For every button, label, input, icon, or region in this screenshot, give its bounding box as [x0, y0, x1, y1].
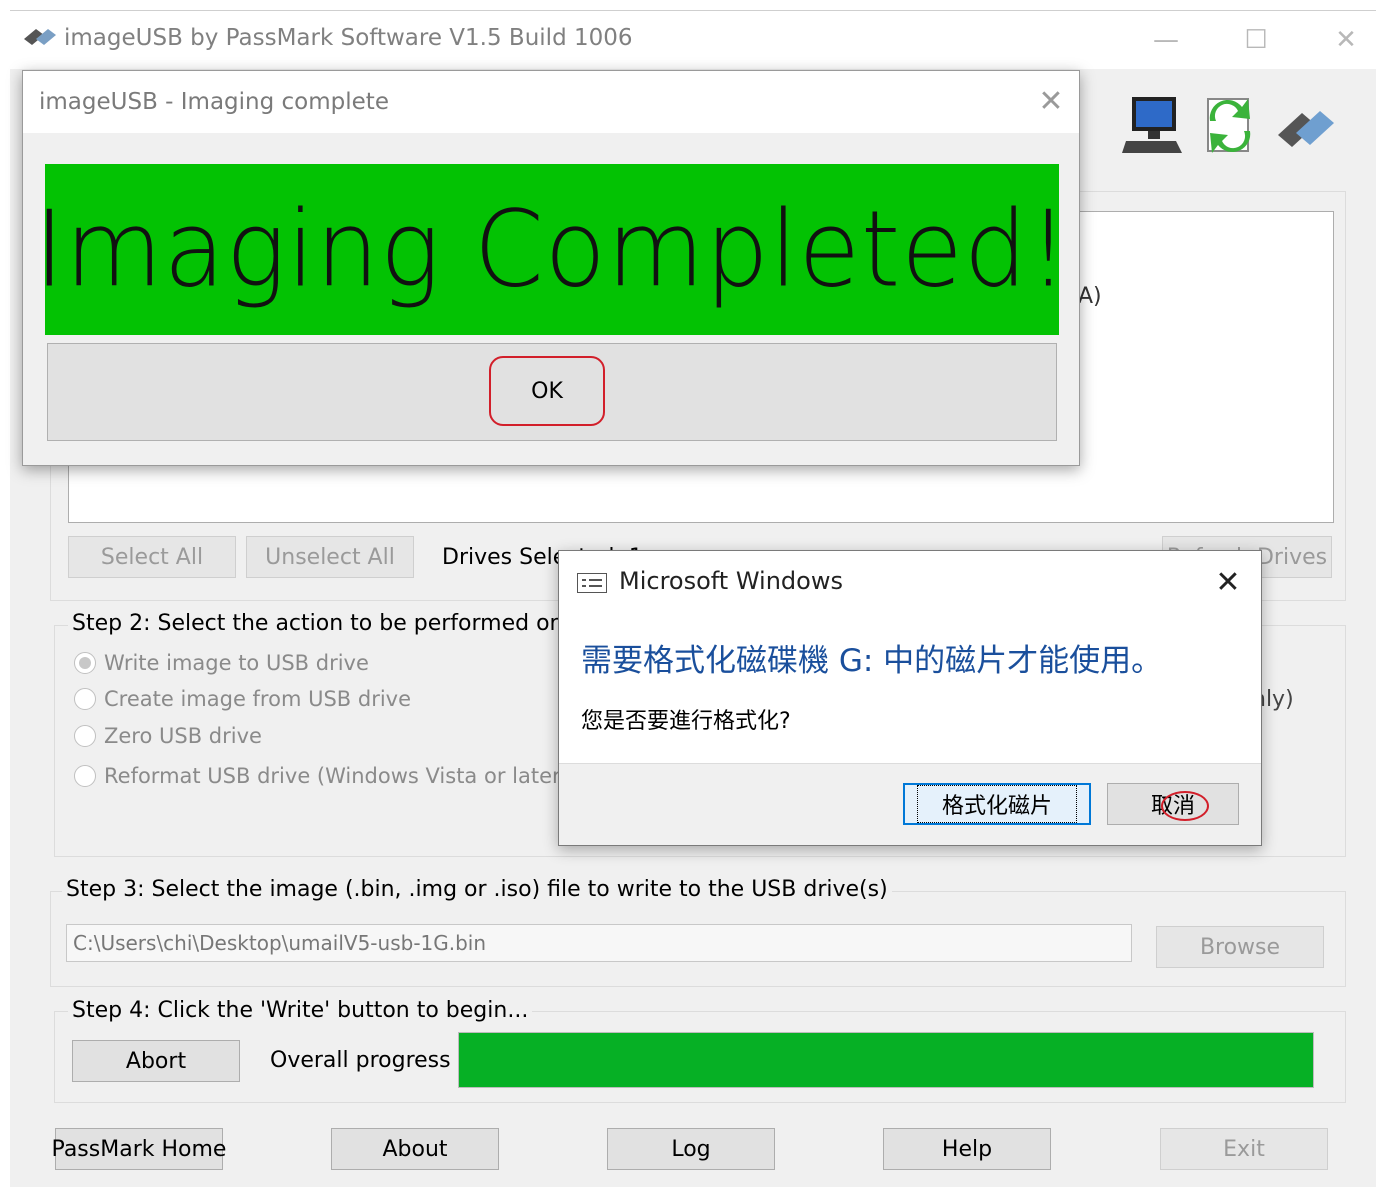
- radio-indicator[interactable]: [74, 765, 96, 787]
- overall-progress-bar: [458, 1032, 1314, 1088]
- abort-button[interactable]: Abort: [72, 1040, 240, 1082]
- minimize-button[interactable]: —: [1136, 17, 1196, 63]
- select-all-button[interactable]: Select All: [68, 536, 236, 578]
- imaging-completed-banner: Imaging Completed!: [35, 164, 1068, 335]
- radio-label: Reformat USB drive (Windows Vista or lat…: [104, 764, 569, 788]
- ok-button[interactable]: OK: [489, 356, 605, 426]
- dialog-title: imageUSB - Imaging complete: [39, 89, 389, 115]
- passmark-home-button[interactable]: PassMark Home: [52, 1128, 226, 1170]
- usb-drive-icon: [22, 25, 58, 47]
- dialog-heading: 需要格式化磁碟機 G: 中的磁片才能使用。: [581, 643, 1163, 679]
- unselect-all-button[interactable]: Unselect All: [246, 536, 414, 578]
- imaging-complete-dialog: imageUSB - Imaging complete ✕ Imaging Co…: [22, 70, 1080, 466]
- banner-text: Imaging Completed!: [34, 188, 1070, 311]
- usb-stick-icon: [1272, 91, 1338, 161]
- radio-label: Zero USB drive: [104, 724, 262, 748]
- image-path-field[interactable]: C:\Users\chi\Desktop\umailV5-usb-1G.bin: [66, 924, 1132, 962]
- window-icon: [577, 573, 607, 593]
- radio-indicator[interactable]: [74, 688, 96, 710]
- zero-usb-radio[interactable]: Zero USB drive: [74, 720, 262, 752]
- progress-label: Overall progress: [270, 1048, 451, 1073]
- window-title: imageUSB by PassMark Software V1.5 Build…: [64, 25, 633, 51]
- format-disk-button-label: 格式化磁片: [916, 785, 1077, 823]
- help-button[interactable]: Help: [883, 1128, 1051, 1170]
- browse-button[interactable]: Browse: [1156, 926, 1324, 968]
- step3-title: Step 3: Select the image (.bin, .img or …: [62, 877, 892, 902]
- computer-icon: [1120, 91, 1186, 161]
- dialog-title: Microsoft Windows: [619, 567, 843, 595]
- about-button[interactable]: About: [331, 1128, 499, 1170]
- dialog-close-icon[interactable]: ✕: [1203, 561, 1253, 603]
- radio-label: Create image from USB drive: [104, 687, 412, 711]
- exit-button[interactable]: Exit: [1160, 1128, 1328, 1170]
- dialog-title-bar: imageUSB - Imaging complete ✕: [23, 71, 1079, 133]
- radio-label: Write image to USB drive: [104, 651, 369, 675]
- step4-title: Step 4: Click the 'Write' button to begi…: [68, 998, 533, 1023]
- create-image-radio[interactable]: Create image from USB drive: [74, 683, 411, 715]
- reformat-usb-radio[interactable]: Reformat USB drive (Windows Vista or lat…: [74, 760, 569, 792]
- drive-list-item[interactable]: A): [1078, 284, 1102, 309]
- write-image-radio[interactable]: Write image to USB drive: [74, 647, 369, 679]
- format-disk-button[interactable]: 格式化磁片: [903, 783, 1091, 825]
- refresh-arrows-icon: [1198, 91, 1264, 161]
- maximize-button[interactable]: ☐: [1226, 17, 1286, 63]
- dialog-message: 您是否要進行格式化?: [581, 709, 791, 734]
- annotation-circle: [1161, 791, 1209, 821]
- close-button[interactable]: ✕: [1316, 17, 1376, 63]
- dialog-close-icon[interactable]: ✕: [1029, 81, 1073, 121]
- radio-indicator[interactable]: [74, 725, 96, 747]
- log-button[interactable]: Log: [607, 1128, 775, 1170]
- progress-fill: [459, 1033, 1313, 1087]
- title-bar: imageUSB by PassMark Software V1.5 Build…: [10, 11, 1376, 69]
- format-disk-dialog: Microsoft Windows ✕ 需要格式化磁碟機 G: 中的磁片才能使用…: [558, 550, 1262, 846]
- radio-indicator[interactable]: [74, 652, 96, 674]
